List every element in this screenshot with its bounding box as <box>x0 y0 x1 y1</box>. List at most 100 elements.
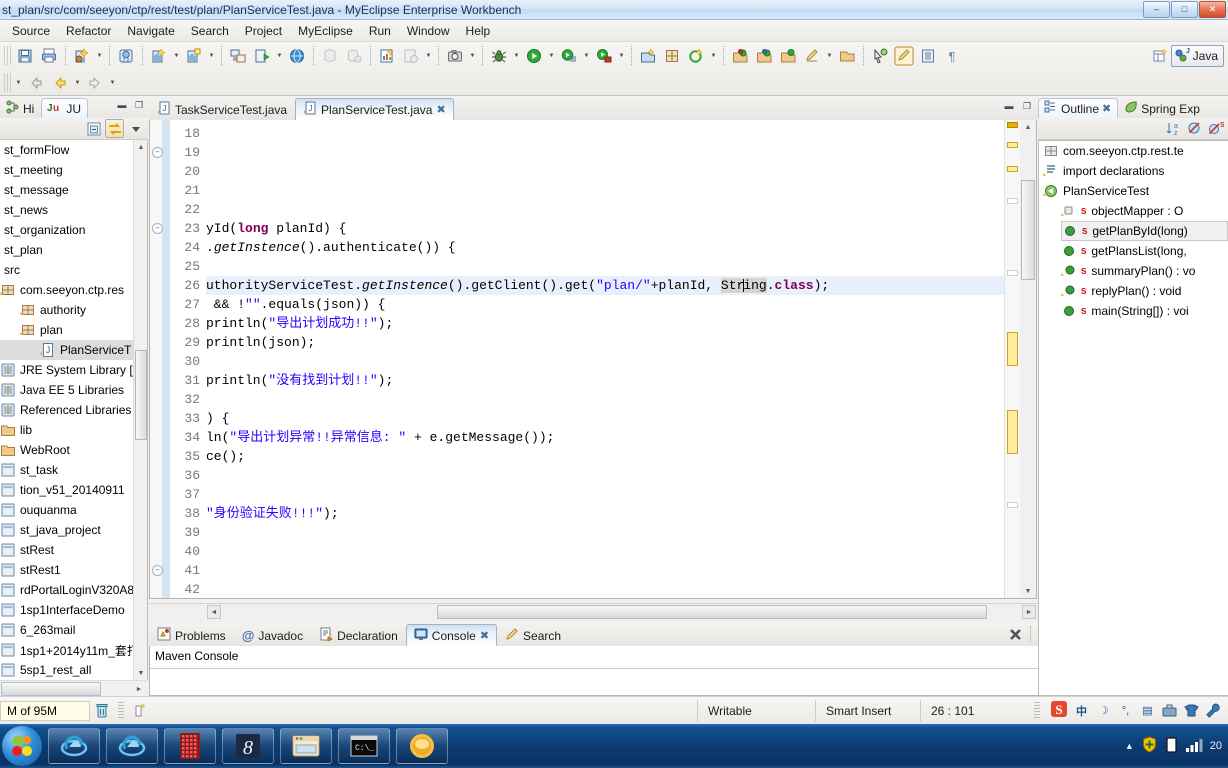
code-line[interactable]: && !"".equals(json)) { <box>206 295 1004 314</box>
tab-spring-explorer[interactable]: Spring Exp <box>1118 98 1207 118</box>
tab-junit[interactable]: Ju JU <box>41 98 89 118</box>
outline-item[interactable]: Smain(String[]) : voi <box>1061 301 1228 321</box>
tree-scroll-down-arrow[interactable]: ▼ <box>135 667 147 679</box>
code-line[interactable]: yId(long planId) { <box>206 219 1004 238</box>
toolbar-grip[interactable] <box>4 46 11 65</box>
code-line[interactable]: ce(); <box>206 447 1004 466</box>
editor-tab-task-service-test[interactable]: J TaskServiceTest.java <box>149 98 295 120</box>
new-annotation-dropdown[interactable] <box>708 45 719 67</box>
folding-gutter[interactable] <box>150 120 162 598</box>
editor-scroll-thumb[interactable] <box>1021 180 1035 280</box>
overview-ruler[interactable] <box>1004 120 1020 598</box>
hide-static-icon[interactable]: S <box>1206 119 1225 138</box>
coverage-icon[interactable] <box>593 45 615 67</box>
overview-marker[interactable] <box>1007 332 1018 366</box>
overview-marker[interactable] <box>1007 142 1018 148</box>
code-line[interactable]: println("导出计划成功!!"); <box>206 314 1004 333</box>
menu-item-help[interactable]: Help <box>458 22 499 40</box>
code-line[interactable] <box>206 542 1004 561</box>
ime-skin-icon[interactable] <box>1183 702 1200 719</box>
code-line[interactable] <box>206 124 1004 143</box>
new-wizard-icon[interactable] <box>71 45 93 67</box>
tree-item[interactable]: ouquanma <box>0 500 147 520</box>
outline-item[interactable]: com.seeyon.ctp.rest.te <box>1043 141 1228 161</box>
report-preview-dropdown[interactable] <box>423 45 434 67</box>
menu-item-window[interactable]: Window <box>399 22 458 40</box>
link-with-editor-icon[interactable] <box>105 119 124 138</box>
tree-hscroll-thumb[interactable] <box>1 682 101 696</box>
code-line[interactable]: println("没有找到计划!!"); <box>206 371 1004 390</box>
tab-console[interactable]: Console ✖ <box>405 624 498 646</box>
coverage-dropdown[interactable] <box>616 45 627 67</box>
outline-item[interactable]: SreplyPlan() : void <box>1060 281 1228 301</box>
tree-item[interactable]: st_message <box>0 180 147 200</box>
tree-item[interactable]: stRest <box>0 540 147 560</box>
start-button[interactable] <box>2 726 42 766</box>
outline-item[interactable]: SobjectMapper : O <box>1060 201 1228 221</box>
deploy-alt-icon[interactable] <box>183 45 205 67</box>
tab-javadoc[interactable]: @ Javadoc <box>234 624 311 646</box>
report-preview-icon[interactable] <box>400 45 422 67</box>
tree-item[interactable]: Referenced Libraries <box>0 400 147 420</box>
tab-hierarchy[interactable]: Hi <box>0 98 41 118</box>
open-type-icon[interactable] <box>729 45 751 67</box>
forward-dropdown[interactable] <box>72 72 83 94</box>
perspective-java-button[interactable]: J Java <box>1170 45 1224 67</box>
tree-horizontal-scrollbar[interactable]: ► <box>0 680 147 696</box>
maximize-view-icon[interactable]: ❐ <box>132 98 146 112</box>
code-line[interactable]: uthorityServiceTest.getInstence().getCli… <box>206 276 1004 295</box>
tree-item[interactable]: com.seeyon.ctp.res <box>0 280 147 300</box>
run-config-icon[interactable] <box>558 45 580 67</box>
run-dropdown[interactable] <box>546 45 557 67</box>
back-icon[interactable] <box>25 72 47 94</box>
run-server-icon[interactable] <box>251 45 273 67</box>
tree-scroll-thumb[interactable] <box>135 350 147 440</box>
tree-item[interactable]: st_news <box>0 200 147 220</box>
trash-icon[interactable] <box>90 703 114 719</box>
tree-item[interactable]: WebRoot <box>0 440 147 460</box>
code-line[interactable] <box>206 181 1004 200</box>
tree-item[interactable]: JRE System Library [ja <box>0 360 147 380</box>
outline-tree[interactable]: com.seeyon.ctp.rest.te import declaration… <box>1038 140 1228 696</box>
ime-language-icon[interactable]: 中 <box>1073 702 1090 719</box>
tree-scroll-up-arrow[interactable]: ▲ <box>135 141 147 153</box>
edit-dropdown[interactable] <box>824 45 835 67</box>
editor-tab-plan-service-test[interactable]: J PlanServiceTest.java ✖ <box>295 98 454 120</box>
menu-item-project[interactable]: Project <box>237 22 290 40</box>
tree-item[interactable]: authority <box>0 300 147 320</box>
web20-icon[interactable]: 2.0 <box>115 45 137 67</box>
signal-bars-icon[interactable] <box>1185 737 1203 756</box>
taskbar-item-file-explorer[interactable] <box>280 728 332 764</box>
taskbar-item-figure-eight-app[interactable]: 8 <box>222 728 274 764</box>
code-line[interactable] <box>206 390 1004 409</box>
taskbar-item-command-prompt[interactable]: C:\_ <box>338 728 390 764</box>
editor-scroll-down-arrow[interactable]: ▼ <box>1022 585 1034 597</box>
ime-punctuation-icon[interactable]: °, <box>1117 702 1134 719</box>
outline-item[interactable]: SgetPlansList(long, <box>1061 241 1228 261</box>
run-server-dropdown[interactable] <box>274 45 285 67</box>
maximize-editor-icon[interactable]: ❐ <box>1020 99 1034 113</box>
menu-item-source[interactable]: Source <box>4 22 58 40</box>
open-task-icon[interactable] <box>753 45 775 67</box>
menu-item-myeclipse[interactable]: MyEclipse <box>290 22 361 40</box>
tree-item[interactable]: Java EE 5 Libraries <box>0 380 147 400</box>
tree-item[interactable]: st_java_project <box>0 520 147 540</box>
print-icon[interactable] <box>38 45 60 67</box>
overview-marker[interactable] <box>1007 166 1018 172</box>
tree-item[interactable]: 1sp1+2014y11m_套打] <box>0 640 147 660</box>
code-line[interactable] <box>206 200 1004 219</box>
taskbar-item-red-grid-app[interactable] <box>164 728 216 764</box>
tree-hscroll-right-arrow[interactable]: ► <box>132 682 146 696</box>
close-icon[interactable]: ✖ <box>1102 102 1111 115</box>
fold-toggle-icon[interactable]: – <box>152 147 163 158</box>
menu-item-search[interactable]: Search <box>183 22 237 40</box>
edit-icon[interactable] <box>801 45 823 67</box>
fold-toggle-icon[interactable]: – <box>152 565 163 576</box>
code-line[interactable] <box>206 561 1004 580</box>
close-icon[interactable]: ✖ <box>436 103 445 116</box>
run-config-dropdown[interactable] <box>581 45 592 67</box>
snapshot-icon[interactable] <box>444 45 466 67</box>
code-line[interactable]: ln("导出计划异常!!异常信息: " + e.getMessage()); <box>206 428 1004 447</box>
code-line[interactable]: "身份验证失败!!!"); <box>206 504 1004 523</box>
minimize-editor-icon[interactable]: ▬ <box>1002 99 1016 113</box>
